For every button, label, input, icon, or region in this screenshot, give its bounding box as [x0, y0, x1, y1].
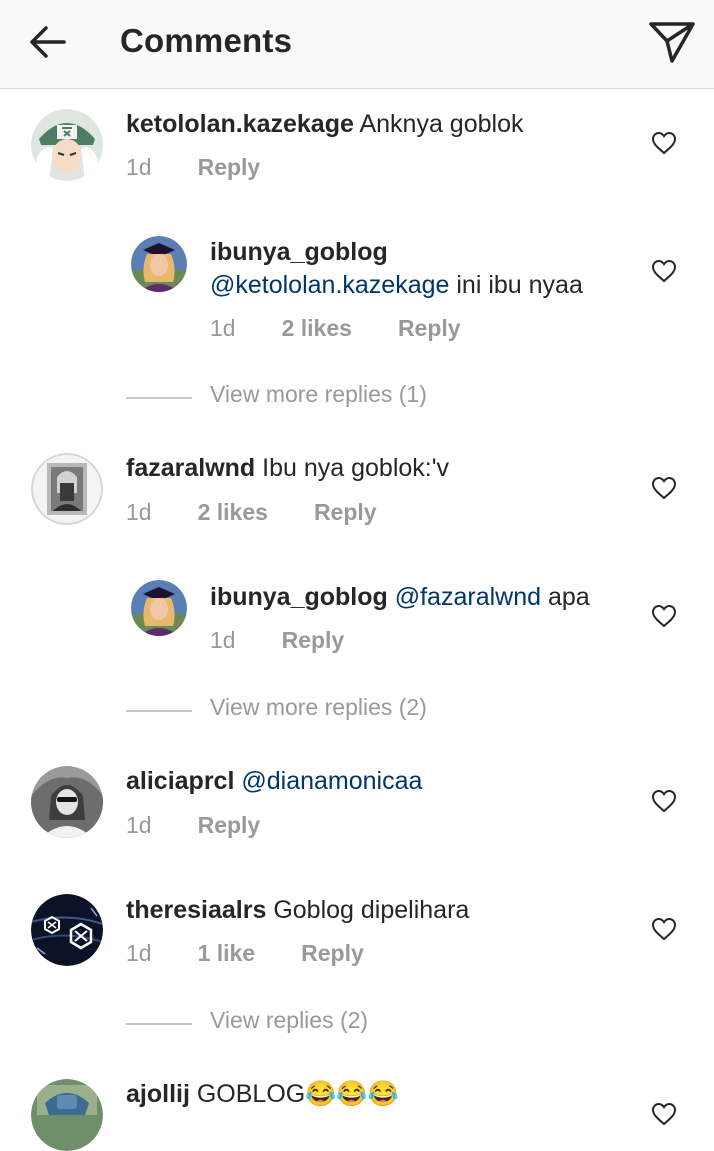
- reply-button[interactable]: Reply: [282, 627, 345, 654]
- view-more-replies[interactable]: View more replies (2): [126, 694, 476, 726]
- header-bar: Comments: [0, 0, 714, 89]
- heart-outline-icon[interactable]: [651, 476, 677, 500]
- avatar[interactable]: [31, 109, 103, 181]
- comment-text: fazaralwnd Ibu nya goblok:'v: [126, 452, 449, 484]
- mention-link[interactable]: @fazaralwnd: [395, 583, 541, 611]
- avatar[interactable]: [31, 453, 103, 525]
- reply-username-line: ibunya_goblog: [210, 236, 388, 268]
- comment-body: ini ibu nyaa: [456, 271, 583, 299]
- share-button[interactable]: [646, 18, 698, 66]
- comment-username[interactable]: fazaralwnd: [126, 454, 255, 482]
- comment-time: 1d: [210, 315, 236, 341]
- mention-link[interactable]: @dianamonicaa: [241, 767, 422, 795]
- likes-count[interactable]: 2 likes: [198, 499, 268, 526]
- view-replies-label: View replies (2): [210, 1007, 369, 1033]
- heart-outline-icon[interactable]: [651, 131, 677, 155]
- view-more-replies[interactable]: View more replies (1): [126, 381, 476, 413]
- view-replies[interactable]: View replies (2): [126, 1007, 476, 1039]
- comment-body: Goblog dipelihara: [273, 896, 470, 924]
- heart-outline-icon[interactable]: [651, 789, 677, 813]
- comment-time: 1d: [126, 812, 152, 838]
- comment-meta: 1d 2 likes Reply: [126, 499, 423, 526]
- comment-username[interactable]: ajollij: [126, 1080, 190, 1108]
- paper-plane-icon: [649, 22, 695, 63]
- view-more-replies-label: View more replies (2): [210, 694, 427, 720]
- view-more-replies-label: View more replies (1): [210, 381, 427, 407]
- arrow-left-icon: [30, 26, 66, 58]
- comment-username[interactable]: ibunya_goblog: [210, 238, 388, 266]
- avatar[interactable]: [31, 766, 103, 838]
- heart-outline-icon[interactable]: [651, 917, 677, 941]
- reply-button[interactable]: Reply: [198, 154, 261, 181]
- comment-body: GOBLOG😂😂😂: [196, 1080, 399, 1108]
- comment-time: 1d: [126, 940, 152, 966]
- likes-count[interactable]: 1 like: [198, 940, 256, 967]
- heart-outline-icon[interactable]: [651, 1102, 677, 1126]
- avatar[interactable]: [131, 236, 187, 292]
- heart-outline-icon[interactable]: [651, 604, 677, 628]
- avatar[interactable]: [131, 580, 187, 636]
- comment-time: 1d: [210, 627, 236, 653]
- comment-body: apa: [547, 583, 590, 611]
- back-button[interactable]: [24, 20, 72, 64]
- divider: [126, 397, 192, 399]
- reply-button[interactable]: Reply: [314, 499, 377, 526]
- comment-meta: 1d Reply: [210, 627, 390, 654]
- divider: [126, 710, 192, 712]
- mention-link[interactable]: @ketololan.kazekage: [210, 271, 449, 299]
- comment-meta: 1d Reply: [126, 154, 306, 181]
- comment-meta: 1d Reply: [126, 812, 306, 839]
- comment-text: aliciaprcl @dianamonicaa: [126, 765, 422, 797]
- comment-time: 1d: [126, 154, 152, 180]
- comment-text: theresiaalrs Goblog dipelihara: [126, 894, 469, 926]
- comment-username[interactable]: aliciaprcl: [126, 767, 234, 795]
- reply-button[interactable]: Reply: [398, 315, 461, 342]
- comment-username[interactable]: ibunya_goblog: [210, 583, 388, 611]
- comment-meta: 1d 2 likes Reply: [210, 315, 507, 342]
- likes-count[interactable]: 2 likes: [282, 315, 352, 342]
- reply-button[interactable]: Reply: [198, 812, 261, 839]
- page-title: Comments: [120, 22, 293, 59]
- avatar[interactable]: [31, 1079, 103, 1151]
- divider: [126, 1023, 192, 1025]
- comment-body: Anknya goblok: [359, 110, 524, 138]
- comment-meta: 1d 1 like Reply: [126, 940, 410, 967]
- comment-time: 1d: [126, 499, 152, 525]
- comment-text: ibunya_goblog @fazaralwnd apa: [210, 581, 590, 613]
- comment-text: @ketololan.kazekage ini ibu nyaa: [210, 269, 583, 301]
- avatar[interactable]: [31, 894, 103, 966]
- reply-button[interactable]: Reply: [301, 940, 364, 967]
- heart-outline-icon[interactable]: [651, 259, 677, 283]
- comment-body: Ibu nya goblok:'v: [262, 454, 449, 482]
- comment-text: ajollij GOBLOG😂😂😂: [126, 1078, 399, 1110]
- comment-text: ketololan.kazekage Anknya goblok: [126, 108, 523, 140]
- comment-username[interactable]: ketololan.kazekage: [126, 110, 354, 138]
- comment-username[interactable]: theresiaalrs: [126, 896, 266, 924]
